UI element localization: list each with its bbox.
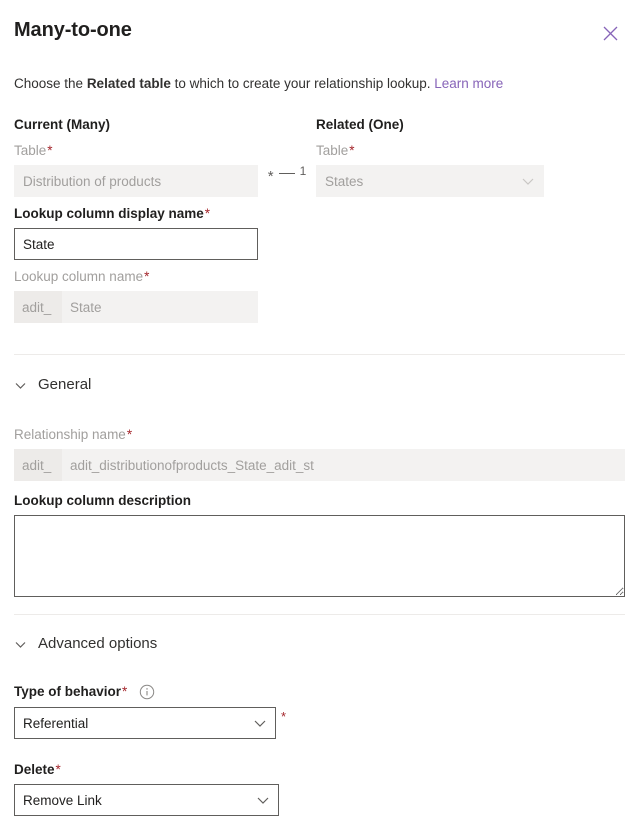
current-many-column: Current (Many) Table* bbox=[14, 116, 258, 197]
delete-value: Remove Link bbox=[23, 792, 102, 808]
lookup-column-name-label: Lookup column name* bbox=[14, 269, 150, 284]
lookup-column-name-value: State bbox=[62, 291, 258, 323]
related-table-label: Table* bbox=[316, 143, 355, 158]
relationship-name-label: Relationship name* bbox=[14, 427, 133, 442]
behavior-dropdown[interactable]: Referential bbox=[14, 707, 276, 739]
learn-more-link[interactable]: Learn more bbox=[434, 76, 503, 91]
chevron-down-icon bbox=[14, 638, 27, 651]
panel-header: Many-to-one bbox=[14, 0, 625, 48]
current-table-input bbox=[14, 165, 258, 197]
page-title: Many-to-one bbox=[14, 19, 132, 41]
required-asterisk: * bbox=[144, 269, 150, 284]
required-asterisk: * bbox=[204, 206, 211, 221]
cardinality-many-symbol: * bbox=[267, 168, 274, 185]
divider-advanced bbox=[14, 614, 625, 615]
required-asterisk: * bbox=[349, 143, 355, 158]
relationship-name-value: adit_distributionofproducts_State_adit_s… bbox=[62, 449, 625, 481]
delete-label: Delete* bbox=[14, 762, 61, 777]
relationship-name-prefix: adit_ bbox=[14, 449, 62, 481]
required-asterisk: * bbox=[47, 143, 53, 158]
required-asterisk: * bbox=[122, 684, 128, 699]
required-asterisk: * bbox=[55, 762, 61, 777]
lookup-display-name-input[interactable] bbox=[14, 228, 258, 260]
panel-description: Choose the Related table to which to cre… bbox=[14, 74, 625, 94]
cardinality-dash bbox=[278, 173, 295, 174]
behavior-field: Referential * bbox=[14, 707, 286, 739]
tables-row: Current (Many) Table* * 1 Related (One) … bbox=[14, 116, 625, 197]
current-table-label: Table* bbox=[14, 143, 53, 158]
required-asterisk: * bbox=[126, 427, 133, 442]
current-many-title: Current (Many) bbox=[14, 117, 111, 132]
relationship-panel: Many-to-one Choose the Related table to … bbox=[0, 0, 639, 816]
cardinality-indicator: * 1 bbox=[258, 116, 316, 197]
info-icon[interactable] bbox=[139, 684, 155, 700]
close-button[interactable] bbox=[595, 18, 625, 48]
lookup-description-label: Lookup column description bbox=[14, 493, 192, 508]
general-section-label: General bbox=[38, 376, 92, 393]
chevron-down-icon bbox=[256, 793, 270, 807]
delete-dropdown[interactable]: Remove Link bbox=[14, 784, 279, 816]
advanced-options-label: Advanced options bbox=[38, 635, 158, 652]
lookup-description-textarea[interactable] bbox=[14, 515, 625, 597]
behavior-label-row: Type of behavior* bbox=[14, 683, 625, 701]
related-one-column: Related (One) Table* States bbox=[316, 116, 544, 197]
chevron-down-icon bbox=[14, 379, 27, 392]
description-text-before: Choose the bbox=[14, 76, 87, 91]
required-asterisk: * bbox=[280, 709, 286, 724]
lookup-column-name-prefix: adit_ bbox=[14, 291, 62, 323]
lookup-column-name-field: adit_ State bbox=[14, 291, 258, 323]
chevron-down-icon bbox=[521, 174, 535, 188]
description-text-after: to which to create your relationship loo… bbox=[170, 76, 435, 91]
relationship-name-field: adit_ adit_distributionofproducts_State_… bbox=[14, 449, 625, 481]
description-emphasis: Related table bbox=[86, 76, 171, 91]
cardinality-one-symbol: 1 bbox=[299, 163, 307, 178]
behavior-label: Type of behavior* bbox=[14, 684, 128, 699]
chevron-down-icon bbox=[253, 716, 267, 730]
related-one-title: Related (One) bbox=[316, 117, 404, 132]
advanced-options-toggle[interactable]: Advanced options bbox=[14, 634, 625, 654]
behavior-value: Referential bbox=[23, 715, 89, 731]
general-section-toggle[interactable]: General bbox=[14, 375, 625, 395]
lookup-display-name-label: Lookup column display name* bbox=[14, 206, 211, 221]
related-table-value: States bbox=[325, 173, 364, 189]
close-icon bbox=[603, 26, 618, 41]
related-table-dropdown[interactable]: States bbox=[316, 165, 544, 197]
divider-general bbox=[14, 354, 625, 355]
